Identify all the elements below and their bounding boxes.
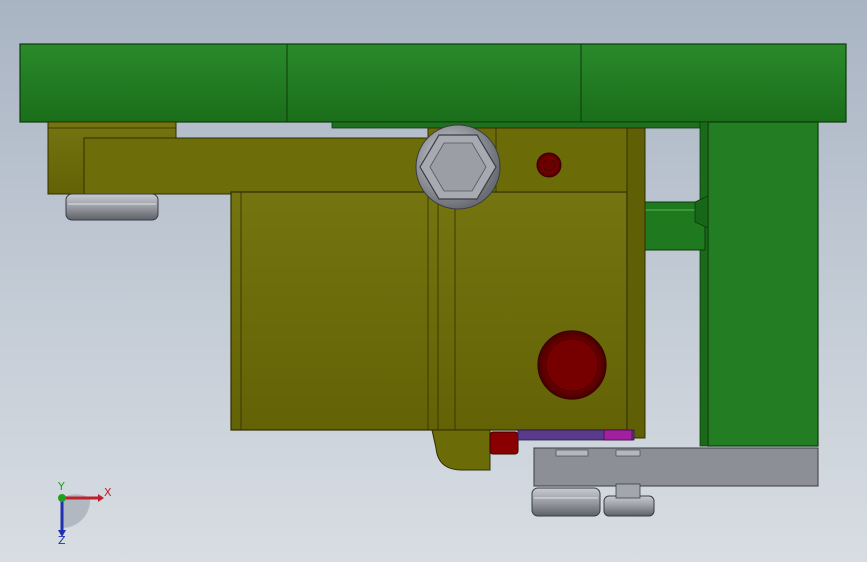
cad-graphics-viewport[interactable]: X Y Z	[0, 0, 867, 562]
purple-spacer[interactable]	[517, 429, 635, 441]
y-axis-dot-icon	[58, 494, 66, 502]
screw-head-right[interactable]	[603, 483, 655, 517]
coordinate-triad: X Y Z	[57, 480, 112, 547]
y-axis-label: Y	[57, 480, 65, 493]
red-dowel-pin-large[interactable]	[537, 330, 607, 400]
hex-bolt-icon[interactable]	[415, 124, 501, 210]
steel-nut-left[interactable]	[65, 193, 159, 221]
top-green-plate[interactable]	[19, 43, 847, 129]
red-dowel-pin-small[interactable]	[536, 152, 562, 178]
x-axis-label: X	[104, 486, 112, 499]
green-guide-rod[interactable]	[644, 195, 709, 251]
right-green-plate[interactable]	[699, 121, 819, 447]
z-axis-label: Z	[58, 534, 66, 547]
red-stopper[interactable]	[489, 431, 519, 455]
steel-bracket[interactable]	[533, 447, 819, 487]
cad-assembly-view[interactable]: X Y Z	[0, 0, 867, 562]
screw-head-left[interactable]	[531, 487, 601, 517]
olive-hook[interactable]	[431, 429, 491, 471]
olive-clamp-arm[interactable]	[47, 121, 445, 195]
